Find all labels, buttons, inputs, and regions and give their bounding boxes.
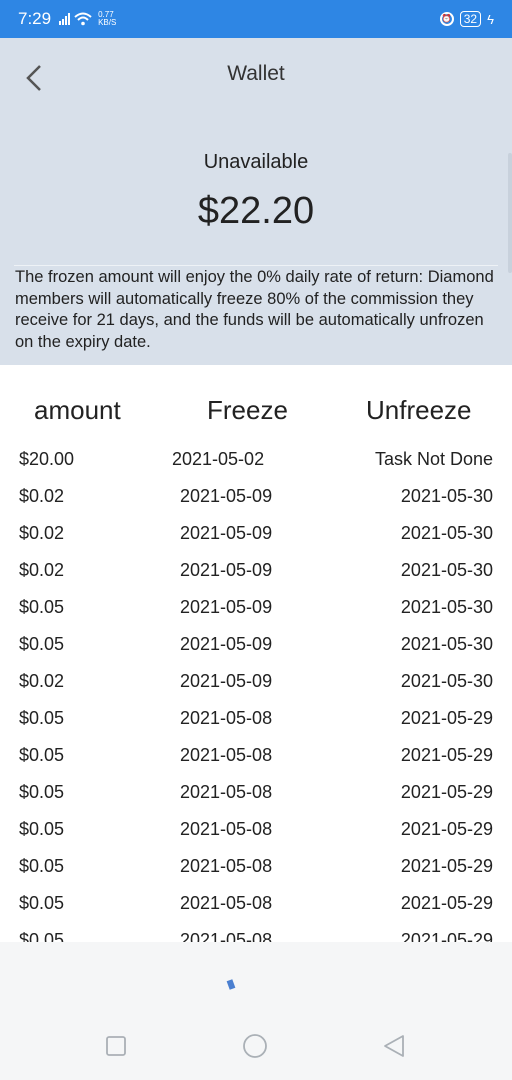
cell-amount: $0.05 (19, 856, 65, 876)
status-right: ⏰ 32 ϟ (439, 11, 494, 27)
unavailable-label: Unavailable (203, 151, 309, 173)
cell-amount: $0.02 (19, 486, 65, 506)
cell-freeze-date: 2021-05-09 (180, 634, 273, 654)
status-bar: 7:29 0.77 KB/S ⏰ 32 ϟ (0, 0, 512, 38)
network-indicators: 0.77 KB/S (59, 11, 116, 27)
cell-unfreeze-date: 2021-05-29 (400, 930, 493, 942)
column-header-unfreeze: Unfreeze (366, 395, 472, 425)
table-row: $0.05 2021-05-08 2021-05-29 (0, 889, 512, 926)
cell-unfreeze-date: 2021-05-30 (400, 523, 493, 543)
table-row: $0.05 2021-05-08 2021-05-29 (0, 815, 512, 852)
status-time: 7:29 (18, 9, 52, 28)
table-row: $0.05 2021-05-08 2021-05-29 (0, 704, 512, 741)
cell-freeze-date: 2021-05-09 (180, 486, 273, 506)
cell-freeze-date: 2021-05-08 (180, 782, 273, 802)
table-row: $0.05 2021-05-09 2021-05-30 (0, 630, 512, 667)
table-row: $0.02 2021-05-09 2021-05-30 (0, 519, 512, 556)
frozen-records-table[interactable]: amount Freeze Unfreeze $20.00 2021-05-02 T… (0, 365, 512, 942)
page-title: Wallet (227, 62, 285, 85)
cell-freeze-date: 2021-05-08 (180, 708, 273, 728)
table-row: $0.05 2021-05-09 2021-05-30 (0, 593, 512, 630)
battery-icon: 32 (459, 11, 482, 27)
cell-freeze-date: 2021-05-02 (172, 449, 265, 469)
cell-unfreeze-date: 2021-05-30 (400, 597, 493, 617)
system-nav-bar (0, 1026, 512, 1066)
table-row: $0.05 2021-05-08 2021-05-29 (0, 778, 512, 815)
cell-amount: $0.05 (19, 597, 65, 617)
column-header-freeze: Freeze (207, 395, 288, 425)
cell-unfreeze-date: 2021-05-30 (400, 634, 493, 654)
cell-amount: $0.02 (19, 671, 65, 691)
column-header-amount: amount (34, 395, 121, 425)
cell-unfreeze-date: 2021-05-29 (400, 893, 493, 913)
table-header: amount Freeze Unfreeze (0, 365, 512, 445)
network-speed: 0.77 KB/S (98, 11, 116, 27)
cell-amount: $0.05 (19, 634, 65, 654)
table-row: $0.02 2021-05-09 2021-05-30 (0, 667, 512, 704)
alarm-icon: ⏰ (439, 12, 454, 26)
cell-unfreeze-date: Task Not Done (374, 449, 493, 469)
cell-freeze-date: 2021-05-08 (180, 819, 273, 839)
home-icon[interactable] (243, 1034, 267, 1058)
cell-unfreeze-date: 2021-05-29 (400, 708, 493, 728)
cell-amount: $0.02 (19, 560, 65, 580)
bottom-panel (0, 942, 512, 1080)
cell-unfreeze-date: 2021-05-30 (400, 486, 493, 506)
network-speed-unit: KB/S (98, 18, 117, 27)
cell-freeze-date: 2021-05-08 (180, 745, 273, 765)
table-row: $0.05 2021-05-08 2021-05-29 (0, 852, 512, 889)
cell-amount: $0.05 (19, 782, 65, 802)
cell-freeze-date: 2021-05-09 (180, 597, 273, 617)
cell-freeze-date: 2021-05-08 (180, 893, 273, 913)
cell-freeze-date: 2021-05-08 (180, 856, 273, 876)
cell-freeze-date: 2021-05-09 (180, 560, 273, 580)
cell-unfreeze-date: 2021-05-30 (400, 560, 493, 580)
cell-unfreeze-date: 2021-05-29 (400, 745, 493, 765)
cell-amount: $0.05 (19, 930, 65, 942)
cell-freeze-date: 2021-05-08 (180, 930, 273, 942)
cell-freeze-date: 2021-05-09 (180, 523, 273, 543)
cell-unfreeze-date: 2021-05-29 (400, 819, 493, 839)
back-triangle-icon[interactable] (382, 1034, 406, 1058)
cell-unfreeze-date: 2021-05-30 (400, 671, 493, 691)
wallet-header: Wallet Unavailable $22.20 The frozen amo… (0, 38, 512, 365)
unavailable-amount: $22.20 (197, 190, 315, 232)
freeze-notice: The frozen amount will enjoy the 0% dail… (15, 268, 494, 351)
cell-amount: $0.05 (19, 819, 65, 839)
table-row: $0.02 2021-05-09 2021-05-30 (0, 556, 512, 593)
cell-unfreeze-date: 2021-05-29 (400, 782, 493, 802)
cell-amount: $20.00 (19, 449, 75, 469)
signal-icon (59, 13, 71, 25)
charging-icon: ϟ (487, 11, 494, 27)
cell-amount: $0.02 (19, 523, 65, 543)
cell-amount: $0.05 (19, 708, 65, 728)
table-row: $20.00 2021-05-02 Task Not Done (0, 445, 512, 482)
table-row: $0.05 2021-05-08 2021-05-29 (0, 926, 512, 942)
cell-freeze-date: 2021-05-09 (180, 671, 273, 691)
divider (14, 265, 498, 266)
recent-apps-icon[interactable] (104, 1034, 128, 1058)
cell-amount: $0.05 (19, 745, 65, 765)
table-row: $0.05 2021-05-08 2021-05-29 (0, 741, 512, 778)
cell-unfreeze-date: 2021-05-29 (400, 856, 493, 876)
wifi-icon (74, 12, 92, 26)
table-body: $20.00 2021-05-02 Task Not Done $0.02 2021-0… (0, 445, 512, 942)
table-row: $0.02 2021-05-09 2021-05-30 (0, 482, 512, 519)
loading-spinner-icon (226, 979, 236, 990)
cell-amount: $0.05 (19, 893, 65, 913)
